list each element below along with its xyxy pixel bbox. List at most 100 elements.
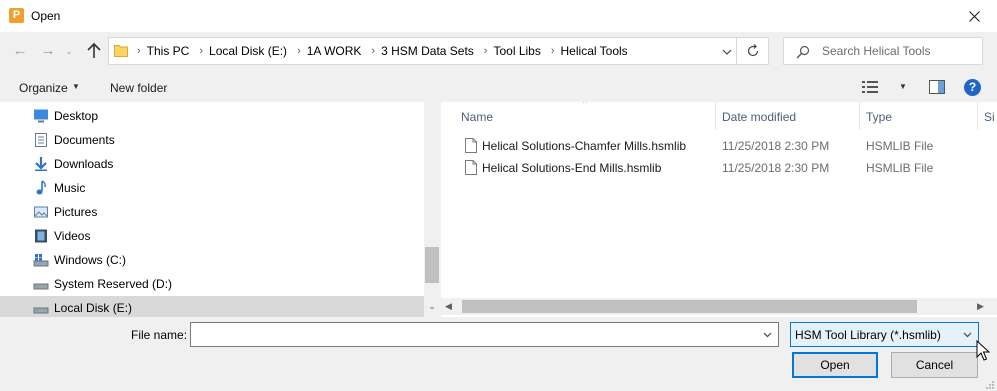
search-input[interactable] — [822, 42, 972, 60]
file-name-combobox[interactable] — [190, 322, 779, 347]
file-row[interactable]: Helical Solutions-Chamfer Mills.hsmlib 1… — [461, 135, 991, 157]
sidebar-item-label: Local Disk (E:) — [54, 301, 133, 315]
drive-icon — [33, 307, 49, 314]
caret-down-icon[interactable]: ▼ — [899, 82, 907, 91]
cancel-button[interactable]: Cancel — [891, 352, 978, 378]
sidebar-item-downloads[interactable]: Downloads — [0, 152, 424, 176]
sidebar-item-music[interactable]: Music — [0, 176, 424, 200]
chevron-down-icon[interactable] — [762, 329, 773, 340]
title-bar: P Open — [0, 0, 997, 32]
sort-ascending-icon: ⌃ — [581, 102, 589, 109]
forward-button[interactable]: → — [38, 41, 58, 61]
file-list-horizontal-scrollbar[interactable]: ◀ ▶ — [441, 298, 997, 315]
drive-windows-icon — [33, 254, 49, 267]
sidebar-scrollbar[interactable] — [424, 102, 440, 317]
sidebar-item-desktop[interactable]: Desktop — [0, 104, 424, 128]
view-options-icon[interactable] — [862, 80, 878, 94]
command-bar: Organize ▼ New folder ▼ ? — [0, 74, 997, 102]
column-header-label: Date modified — [722, 110, 797, 124]
column-header-label: Name — [461, 110, 494, 124]
sidebar-item-system-reserved-d[interactable]: System Reserved (D:) — [0, 272, 424, 296]
column-header-date-modified[interactable]: Date modified — [716, 102, 859, 130]
search-box[interactable] — [783, 37, 983, 65]
file-type: HSMLIB File — [866, 161, 934, 175]
file-name: Helical Solutions-Chamfer Mills.hsmlib — [482, 139, 687, 153]
breadcrumb-item[interactable]: Local Disk (E:) — [209, 44, 291, 58]
file-list: ⌃ Name Date modified Type Si Helical Sol… — [441, 102, 997, 317]
breadcrumb-item[interactable]: Helical Tools — [561, 44, 632, 58]
chevron-right-icon[interactable]: › — [478, 45, 494, 57]
address-bar[interactable]: › This PC › Local Disk (E:) › 1A WORK › … — [108, 37, 769, 65]
breadcrumb-item[interactable]: Tool Libs — [493, 44, 544, 58]
mouse-cursor-icon — [976, 340, 990, 361]
column-header-label: Si — [984, 110, 995, 124]
sidebar-item-label: Downloads — [54, 157, 114, 171]
music-icon — [36, 180, 46, 195]
chevron-down-icon[interactable] — [720, 45, 734, 59]
resize-grip-icon[interactable] — [985, 380, 995, 390]
column-header-name[interactable]: ⌃ Name — [441, 102, 715, 130]
open-button[interactable]: Open — [792, 352, 878, 378]
file-name: Helical Solutions-End Mills.hsmlib — [482, 161, 662, 175]
column-header-type[interactable]: Type — [860, 102, 977, 130]
sidebar-item-windows-c[interactable]: Windows (C:) — [0, 248, 424, 272]
file-name-label: File name: — [131, 328, 188, 342]
window-title: Open — [31, 9, 61, 23]
documents-icon — [35, 133, 47, 147]
refresh-icon — [747, 44, 758, 57]
breadcrumb-item[interactable]: 1A WORK — [307, 44, 366, 58]
chevron-right-icon[interactable]: › — [193, 45, 209, 57]
desktop-icon — [34, 109, 48, 123]
sidebar-item-label: Desktop — [54, 109, 99, 123]
sidebar-item-videos[interactable]: Videos — [0, 224, 424, 248]
arrow-left-icon: ← — [12, 42, 28, 59]
recent-locations-button[interactable]: ⌄ — [63, 42, 75, 60]
file-row[interactable]: Helical Solutions-End Mills.hsmlib 11/25… — [461, 157, 991, 179]
chevron-down-icon[interactable] — [962, 329, 973, 340]
organize-button[interactable]: Organize — [19, 81, 68, 95]
videos-icon — [35, 229, 47, 243]
sidebar-item-documents[interactable]: Documents — [0, 128, 424, 152]
file-type: HSMLIB File — [866, 139, 934, 153]
chevron-right-icon[interactable]: › — [545, 45, 561, 57]
help-button[interactable]: ? — [964, 79, 981, 96]
search-icon — [796, 45, 810, 59]
sidebar-item-pictures[interactable]: Pictures — [0, 200, 424, 224]
downloads-icon — [35, 157, 47, 171]
pictures-icon — [34, 206, 48, 218]
caret-down-icon[interactable]: ▼ — [72, 82, 80, 91]
back-button[interactable]: ← — [10, 41, 30, 61]
new-folder-button[interactable]: New folder — [110, 81, 167, 95]
sidebar-item-label: Music — [54, 181, 86, 195]
scroll-right-icon[interactable]: ▶ — [977, 298, 991, 315]
file-icon — [465, 160, 477, 175]
folder-icon — [114, 45, 128, 57]
drive-icon — [33, 283, 49, 290]
up-button[interactable] — [84, 41, 104, 61]
sidebar-item-label: Pictures — [54, 205, 98, 219]
file-icon — [465, 138, 477, 153]
app-icon: P — [9, 8, 24, 23]
horizontal-scrollbar-thumb[interactable] — [462, 300, 917, 313]
file-name-input[interactable] — [195, 326, 755, 343]
close-icon — [968, 10, 980, 22]
file-type-filter-value: HSM Tool Library (*.hsmlib) — [795, 328, 941, 342]
close-button[interactable] — [951, 0, 997, 32]
breadcrumb-item[interactable]: 3 HSM Data Sets — [381, 44, 478, 58]
file-type-filter-select[interactable]: HSM Tool Library (*.hsmlib) — [790, 322, 979, 347]
chevron-right-icon[interactable]: › — [365, 45, 381, 57]
file-date: 11/25/2018 2:30 PM — [722, 161, 830, 175]
sidebar-scrollbar-thumb[interactable] — [425, 247, 439, 283]
scroll-down-icon[interactable]: ⌄ — [424, 298, 440, 314]
sidebar-item-label: System Reserved (D:) — [54, 277, 173, 291]
sidebar-item-label: Windows (C:) — [54, 253, 127, 267]
file-date: 11/25/2018 2:30 PM — [722, 139, 830, 153]
refresh-button[interactable] — [736, 38, 768, 64]
column-header-label: Type — [866, 110, 893, 124]
scroll-left-icon[interactable]: ◀ — [445, 298, 459, 315]
chevron-right-icon[interactable]: › — [291, 45, 307, 57]
sidebar-item-local-disk-e[interactable]: Local Disk (E:) — [0, 296, 424, 317]
breadcrumb-item[interactable]: This PC — [147, 44, 194, 58]
preview-pane-icon[interactable] — [929, 80, 945, 94]
column-header-size[interactable]: Si — [978, 102, 997, 130]
